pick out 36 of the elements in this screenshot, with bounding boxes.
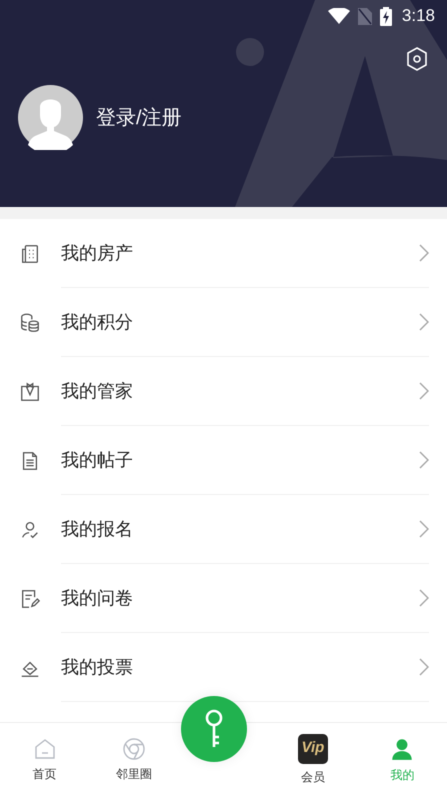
bowtie-shirt-icon xyxy=(19,380,41,402)
chevron-right-icon xyxy=(419,244,429,262)
menu-item-label: 我的管家 xyxy=(61,380,134,402)
chevron-right-icon xyxy=(419,451,429,469)
chevron-right-icon xyxy=(419,313,429,331)
home-icon xyxy=(32,736,57,760)
menu-item[interactable]: 我的报名 xyxy=(0,495,447,564)
menu-item[interactable]: 我的帖子 xyxy=(0,426,447,495)
status-time: 3:18 xyxy=(402,5,435,28)
menu-item-label: 我的问卷 xyxy=(61,586,134,610)
menu-item-label: 我的房产 xyxy=(61,242,134,264)
menu-item[interactable]: 我的管家 xyxy=(0,357,447,426)
settings-button[interactable] xyxy=(405,46,429,72)
menu-item-label: 我的帖子 xyxy=(61,448,134,472)
menu-item[interactable]: 我的问卷 xyxy=(0,564,447,633)
nav-tab[interactable]: Vip 会员 xyxy=(268,723,358,794)
avatar-icon[interactable] xyxy=(18,85,83,150)
aperture-icon xyxy=(122,736,146,760)
wifi-icon xyxy=(328,8,350,24)
vip-badge: Vip xyxy=(298,734,328,764)
settings-icon xyxy=(406,47,428,71)
menu-item-label: 我的投票 xyxy=(61,656,134,678)
nav-tab[interactable]: 邻里圈 xyxy=(89,723,179,794)
menu-item-label: 我的报名 xyxy=(61,518,134,540)
chevron-right-icon xyxy=(419,520,429,538)
coins-icon xyxy=(19,312,41,334)
chevron-right-icon xyxy=(419,589,429,607)
login-register-link[interactable]: 登录/注册 xyxy=(96,102,182,132)
menu-item-label: 我的积分 xyxy=(61,310,134,334)
nav-tab[interactable]: 首页 xyxy=(0,723,90,794)
chevron-right-icon xyxy=(419,658,429,676)
form-edit-icon xyxy=(19,588,41,610)
menu-item[interactable]: 我的房产 xyxy=(0,219,447,288)
building-icon xyxy=(19,242,41,264)
chevron-right-icon xyxy=(419,382,429,400)
menu-item[interactable]: 我的积分 xyxy=(0,288,447,357)
